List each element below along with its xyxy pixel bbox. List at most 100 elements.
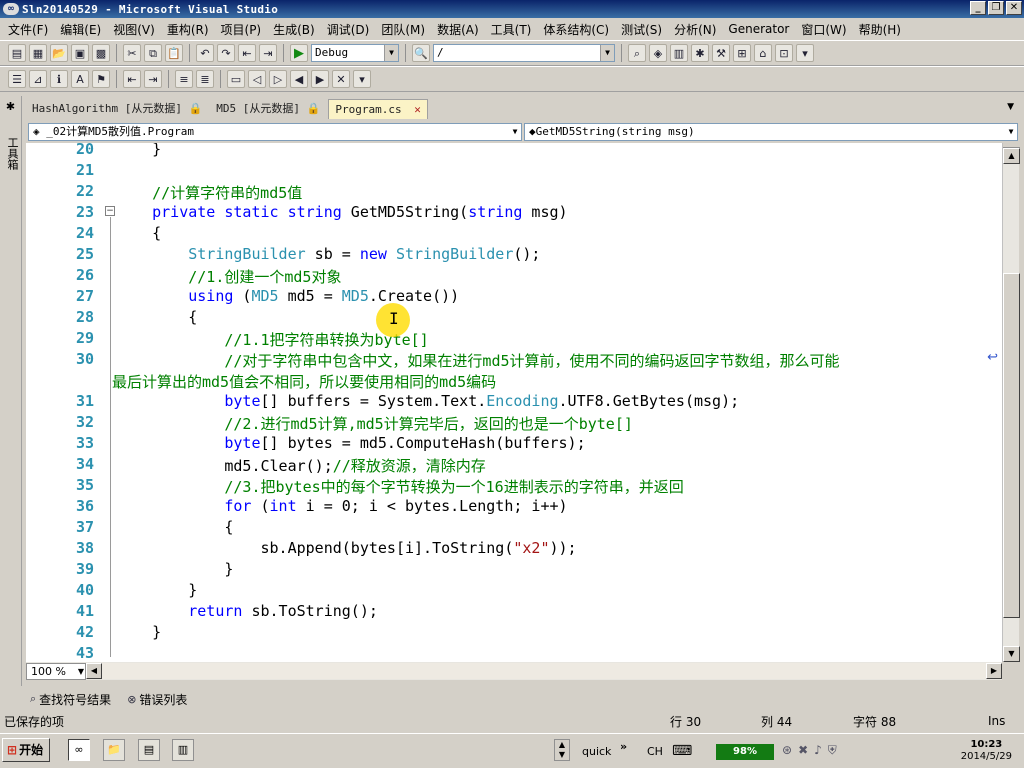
tab-program-cs[interactable]: Program.cs ✕	[328, 99, 428, 119]
code-line: {	[116, 308, 198, 326]
menu-edit[interactable]: 编辑(E)	[54, 21, 107, 38]
line-number: 36	[75, 497, 94, 515]
menu-refactor[interactable]: 重构(R)	[161, 21, 215, 38]
scroll-left-icon[interactable]: ◀	[86, 663, 102, 679]
save-icon[interactable]: ▣	[71, 44, 89, 62]
code-line: return sb.ToString();	[188, 602, 378, 620]
input-language[interactable]: CH	[647, 745, 663, 758]
navigate-forward-icon[interactable]: ⇥	[259, 44, 277, 62]
new-project-icon[interactable]: ▤	[8, 44, 26, 62]
start-button[interactable]: ⊞ 开始	[2, 738, 50, 762]
display-quick-info-icon[interactable]: ℹ	[50, 70, 68, 88]
extension-manager-icon[interactable]: ⊡	[775, 44, 793, 62]
menu-project[interactable]: 项目(P)	[215, 21, 268, 38]
battery-indicator[interactable]: 98%	[716, 744, 774, 760]
close-tab-icon[interactable]: ✕	[414, 103, 421, 116]
toolbox-icon[interactable]: ⚒	[712, 44, 730, 62]
minimize-button[interactable]: _	[970, 1, 986, 15]
toolbar2-options-icon[interactable]: ▾	[353, 70, 371, 88]
copy-icon[interactable]: ⧉	[144, 44, 162, 62]
scroll-up-icon[interactable]: ▲	[1003, 148, 1020, 164]
bookmark-icon[interactable]: ⚑	[92, 70, 110, 88]
cut-icon[interactable]: ✂	[123, 44, 141, 62]
menu-data[interactable]: 数据(A)	[431, 21, 485, 38]
collapse-region-icon[interactable]: −	[105, 206, 115, 216]
document-task-icon[interactable]: ▥	[172, 739, 194, 761]
horizontal-scroll-track[interactable]	[102, 663, 986, 679]
tab-md5[interactable]: MD5 [从元数据] 🔒	[210, 99, 326, 119]
scroll-right-icon[interactable]: ▶	[986, 663, 1002, 679]
display-parameter-info-icon[interactable]: ⊿	[29, 70, 47, 88]
tray-scroll-icon[interactable]: ▲ ▼	[554, 739, 570, 761]
visual-studio-task-icon[interactable]: ∞	[68, 739, 90, 761]
security-icon[interactable]: ✖	[798, 743, 808, 758]
menu-help[interactable]: 帮助(H)	[853, 21, 907, 38]
find-symbol-icon[interactable]: ⌕	[628, 44, 646, 62]
menu-view[interactable]: 视图(V)	[107, 21, 161, 38]
expand-chevron-icon[interactable]: »	[620, 740, 627, 753]
volume-icon[interactable]: ♪	[814, 743, 822, 758]
open-folder-icon[interactable]: 📂	[50, 44, 68, 62]
increase-indent-icon[interactable]: ⇥	[144, 70, 162, 88]
close-button[interactable]: ✕	[1006, 1, 1022, 15]
toggle-bookmark-icon[interactable]: ▭	[227, 70, 245, 88]
navigate-backward-icon[interactable]: ⇤	[238, 44, 256, 62]
comment-out-icon[interactable]: ≡	[175, 70, 193, 88]
menu-architecture[interactable]: 体系结构(C)	[537, 21, 615, 38]
type-dropdown[interactable]: ◈ _02计算MD5散列值.Program ▼	[28, 123, 522, 141]
solution-explorer-icon[interactable]: ▥	[670, 44, 688, 62]
menu-file[interactable]: 文件(F)	[2, 21, 54, 38]
clock[interactable]: 10:23 2014/5/29	[961, 739, 1012, 763]
paste-icon[interactable]: 📋	[165, 44, 183, 62]
find-combo[interactable]: / ▼	[433, 44, 615, 62]
tab-hashalgorithm[interactable]: HashAlgorithm [从元数据] 🔒	[26, 99, 208, 119]
next-bookmark-folder-icon[interactable]: ▶	[311, 70, 329, 88]
redo-icon[interactable]: ↷	[217, 44, 235, 62]
menu-analyze[interactable]: 分析(N)	[668, 21, 722, 38]
zoom-combo[interactable]: 100 % ▼	[26, 662, 86, 680]
previous-bookmark-icon[interactable]: ◁	[248, 70, 266, 88]
menu-build[interactable]: 生成(B)	[267, 21, 321, 38]
save-all-icon[interactable]: ▩	[92, 44, 110, 62]
decrease-indent-icon[interactable]: ⇤	[123, 70, 141, 88]
class-view-icon[interactable]: ⊞	[733, 44, 751, 62]
explorer-task-icon[interactable]: 📁	[103, 739, 125, 761]
active-files-dropdown-icon[interactable]: ▼	[1007, 102, 1014, 112]
add-item-icon[interactable]: ▦	[29, 44, 47, 62]
menu-test[interactable]: 测试(S)	[615, 21, 668, 38]
object-browser-icon[interactable]: ◈	[649, 44, 667, 62]
restore-button[interactable]: ❐	[988, 1, 1004, 15]
uncomment-icon[interactable]: ≣	[196, 70, 214, 88]
pin-icon[interactable]: ✱	[3, 100, 18, 115]
properties-icon[interactable]: ✱	[691, 44, 709, 62]
code-editor[interactable]: − 20 } 21 22 //计算字符串的md5值 23 private sta…	[26, 143, 1002, 662]
menu-generator[interactable]: Generator	[722, 22, 795, 36]
quick-launch-label[interactable]: quick	[582, 745, 611, 758]
vertical-scrollbar[interactable]: ▲ ▼	[1002, 143, 1020, 662]
toolbar-options-icon[interactable]: ▾	[796, 44, 814, 62]
previous-bookmark-folder-icon[interactable]: ◀	[290, 70, 308, 88]
next-bookmark-icon[interactable]: ▷	[269, 70, 287, 88]
network-icon[interactable]: ⊛	[782, 743, 792, 758]
database-task-icon[interactable]: ▤	[138, 739, 160, 761]
solution-configuration-select[interactable]: Debug ▼	[311, 44, 399, 62]
menu-debug[interactable]: 调试(D)	[321, 21, 376, 38]
tab-error-list[interactable]: ⊗ 错误列表	[123, 691, 191, 708]
member-dropdown[interactable]: ◆GetMD5String(string msg) ▼	[524, 123, 1018, 141]
find-in-files-icon[interactable]: 🔍	[412, 44, 430, 62]
start-debugging-icon[interactable]: ▶	[290, 44, 308, 62]
display-word-completion-icon[interactable]: A	[71, 70, 89, 88]
scroll-down-icon[interactable]: ▼	[1003, 646, 1020, 662]
shield-icon[interactable]: ⛨	[828, 743, 837, 758]
scroll-thumb[interactable]	[1003, 273, 1020, 618]
display-object-member-list-icon[interactable]: ☰	[8, 70, 26, 88]
menu-window[interactable]: 窗口(W)	[795, 21, 852, 38]
clear-bookmarks-icon[interactable]: ✕	[332, 70, 350, 88]
keyboard-icon[interactable]: ⌨	[672, 743, 692, 759]
undo-icon[interactable]: ↶	[196, 44, 214, 62]
start-page-icon[interactable]: ⌂	[754, 44, 772, 62]
menu-tools[interactable]: 工具(T)	[485, 21, 538, 38]
toolbox-tab[interactable]: 工具箱	[4, 137, 20, 170]
tab-find-symbol-results[interactable]: ⌕ 查找符号结果	[26, 691, 115, 708]
menu-team[interactable]: 团队(M)	[375, 21, 431, 38]
